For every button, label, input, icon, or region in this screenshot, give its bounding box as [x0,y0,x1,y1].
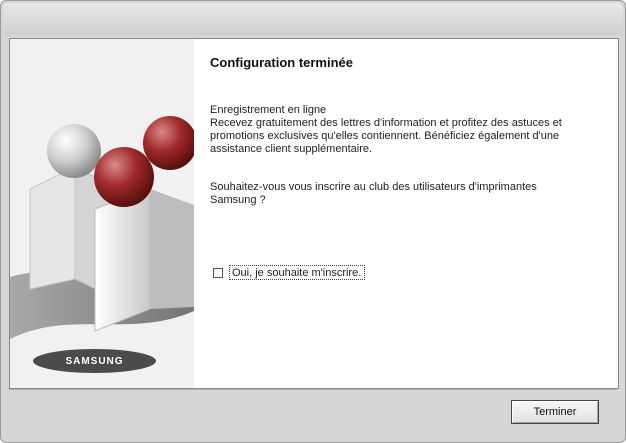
side-banner: SAMSUNG [10,39,194,388]
main-panel: Configuration terminée Enregistrement en… [194,39,618,388]
title-bar [3,3,623,35]
page-title: Configuration terminée [210,55,354,70]
paragraph-line: Enregistrement en ligne [210,104,327,116]
content-panel: SAMSUNG Configuration terminée Enregistr… [9,38,619,389]
paragraph-line: assistance client supplémentaire. [210,143,373,155]
register-checkbox[interactable] [213,267,223,278]
installer-window: SAMSUNG Configuration terminée Enregistr… [0,0,626,443]
footer-divider [9,389,617,390]
paragraph-line: Souhaitez-vous vous inscrire au club des… [210,181,537,193]
register-option[interactable]: Oui, je souhaite m'inscrire. [213,265,366,280]
paragraph-line: promotions exclusives qu'elles contienne… [210,130,560,142]
finish-button[interactable]: Terminer [511,400,599,424]
registration-paragraph: Enregistrement en ligne Recevez gratuite… [210,104,602,156]
question-paragraph: Souhaitez-vous vous inscrire au club des… [210,181,602,207]
paragraph-line: Samsung ? [210,194,266,206]
register-checkbox-label[interactable]: Oui, je souhaite m'inscrire. [229,265,366,280]
spheres-illustration-icon [10,39,194,388]
samsung-logo: SAMSUNG [33,349,156,373]
paragraph-line: Recevez gratuitement des lettres d'infor… [210,117,562,129]
